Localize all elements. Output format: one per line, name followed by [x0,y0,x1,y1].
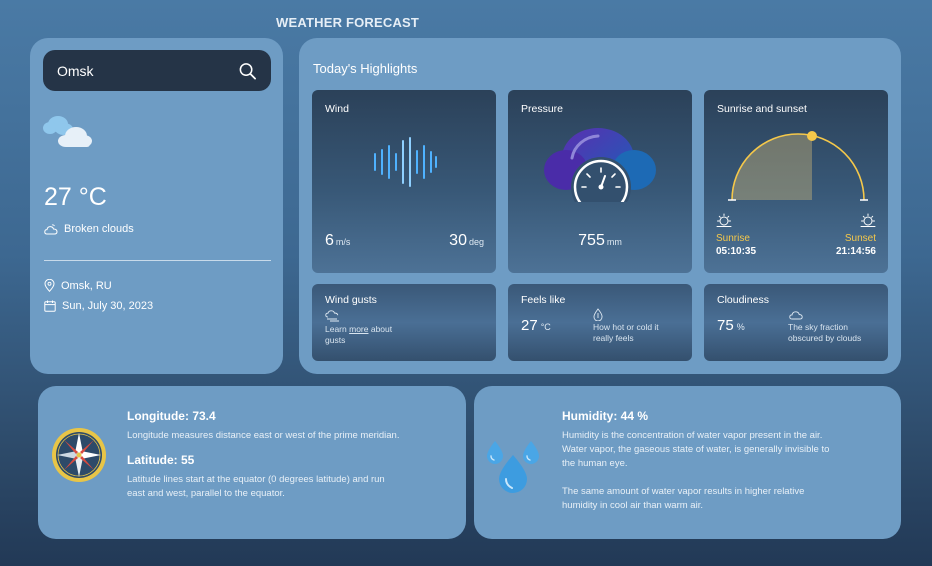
humidity-panel: Humidity: 44 % Humidity is the concentra… [474,386,901,539]
feels-like-desc-line2: really feels [593,333,634,343]
pressure-label: Pressure [521,103,564,115]
sound-wave-icon [374,137,437,187]
cloudiness-reading: 75% [717,317,745,335]
cloud-icon [789,311,803,320]
wind-gusts-text-before: Learn [325,324,350,334]
latitude-text-line2: east and west, parallel to the equator. [127,488,285,499]
search-input[interactable] [57,62,238,79]
pressure-cloud-icon [544,128,656,202]
location-text: Omsk, RU [61,279,112,292]
condition-row: Broken clouds [44,223,134,235]
compass-icon [52,428,106,482]
wind-direction-value: 30 [449,232,467,249]
wind-gusts-label: Wind gusts [325,294,377,306]
humidity-line5: humidity in cool air than warm air. [562,500,703,511]
wind-gusts-text-line2: gusts [325,335,346,345]
wind-label: Wind [325,103,349,115]
location-row: Omsk, RU [44,279,112,292]
wind-direction: 30 deg [449,232,484,250]
latitude-text-line1: Latitude lines start at the equator (0 d… [127,474,385,485]
sun-label: Sunrise and sunset [717,103,807,115]
broken-clouds-icon [43,116,92,147]
feels-like-reading: 27 °C [521,317,551,335]
humidity-line4: The same amount of water vapor results i… [562,486,805,497]
pressure-value: 755 [578,232,605,249]
cloudiness-desc-line1: The sky fraction [788,322,848,332]
cloudiness-desc-line2: obscured by clouds [788,333,862,343]
learn-more-link[interactable]: more [349,324,368,334]
feels-like-card: Feels like 27 °C How hot or cold it really… [508,284,692,361]
feels-like-value: 27 [521,317,538,334]
sunset-label: Sunset [844,233,876,244]
location-pin-icon [44,279,55,292]
coordinates-panel: Longitude: 73.4 Longitude measures dista… [38,386,466,539]
humidity-line1: Humidity is the concentration of water v… [562,430,823,441]
wind-cloud-icon [325,310,339,322]
wind-card: Wind 6 m/s 30 deg [312,90,496,273]
cloudiness-desc: The sky fraction obscured by clouds [788,322,861,344]
highlights-title: Today's Highlights [313,61,418,76]
sunset-time: 21:14:56 [835,246,876,257]
cloudiness-card: Cloudiness 75% The sky fraction obscured … [704,284,888,361]
pressure-card: Pressure 755 mm [508,90,692,273]
humidity-line3: the human eye. [562,458,628,469]
latitude-title: Latitude: 55 [127,453,195,467]
wind-gusts-text-after: about [368,324,393,334]
wind-speed-value: 6 [325,232,334,249]
pressure-unit: mm [606,237,622,247]
feels-like-label: Feels like [521,294,566,306]
date-text: Sun, July 30, 2023 [62,300,154,312]
current-weather-panel: 27 °C Broken clouds Omsk, RU Sun, July 3… [30,38,283,374]
humidity-line2: Water vapor, the gaseous state of water,… [562,444,830,455]
feels-like-desc: How hot or cold it really feels [593,322,659,344]
humidity-text: Humidity is the concentration of water v… [562,429,829,513]
pressure-reading: 755 mm [508,232,692,250]
wind-gusts-card: Wind gusts Learn more about gusts [312,284,496,361]
water-drops-icon [487,441,539,493]
wind-direction-unit: deg [468,237,484,247]
wind-speed: 6 m/s [325,232,350,250]
sun-path-arc [728,131,868,201]
page-title: WEATHER FORECAST [276,15,420,30]
sunrise-label: Sunrise [716,233,750,244]
calendar-icon [44,300,56,312]
feels-like-desc-line1: How hot or cold it [593,322,659,332]
wind-gusts-desc: Learn more about gusts [325,324,392,346]
cloudiness-unit: % [736,322,745,332]
sunset-icon [860,213,876,227]
cloudiness-value: 75 [717,317,734,334]
sun-card: Sunrise and sunset Sunrise 05:10:35 Suns… [704,90,888,273]
condition-text: Broken clouds [64,223,134,235]
latitude-text: Latitude lines start at the equator (0 d… [127,473,385,501]
thermometer-drop-icon [593,308,603,321]
feels-like-unit: °C [540,322,551,332]
cloud-outline-icon [44,223,58,234]
date-row: Sun, July 30, 2023 [44,300,153,312]
highlights-panel: Today's Highlights Wind 6 m/s 30 deg Pre… [299,38,901,374]
sun-position-icon [807,131,817,141]
search-box [43,50,271,91]
sunrise-icon [716,213,732,227]
cloudiness-label: Cloudiness [717,294,769,306]
humidity-title: Humidity: 44 % [562,409,649,423]
wind-speed-unit: m/s [335,237,351,247]
sunrise-time: 05:10:35 [716,246,757,257]
search-icon[interactable] [238,61,257,81]
longitude-title: Longitude: 73.4 [127,409,216,423]
longitude-text: Longitude measures distance east or west… [127,430,400,441]
temperature: 27 °C [44,183,107,211]
divider [44,260,271,261]
